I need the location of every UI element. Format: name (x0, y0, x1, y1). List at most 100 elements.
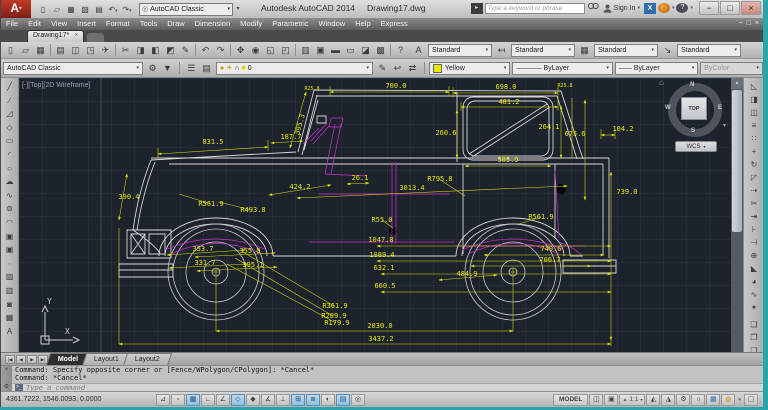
menu-help[interactable]: Help (350, 18, 375, 30)
quick-view-drawings-icon[interactable]: ▣ (604, 393, 619, 406)
qat-customize-button[interactable]: ▾ (233, 3, 243, 16)
zoom-window-icon[interactable]: ◱ (263, 43, 278, 58)
dynamic-ucs-toggle[interactable]: ⊥ (276, 393, 290, 406)
multileader-style-combo[interactable]: Standard ▾ (677, 43, 741, 57)
show-lineweight-toggle[interactable]: ≣ (306, 393, 320, 406)
zoom-realtime-icon[interactable]: ◉ (248, 43, 263, 58)
mdi-restore-button[interactable]: □ (747, 18, 751, 30)
text-style-combo[interactable]: Standard ▾ (428, 43, 492, 57)
layer-previous-icon[interactable]: ↩ (390, 61, 405, 76)
menu-tools[interactable]: Tools (135, 18, 163, 30)
publish-icon[interactable]: ◳ (83, 43, 98, 58)
close-button[interactable]: × (741, 1, 761, 15)
workspace-switching-icon[interactable]: ⚙ (676, 393, 691, 406)
blend-curves-icon[interactable]: ∿ (748, 288, 761, 301)
design-center-icon[interactable]: ▣ (313, 43, 328, 58)
annotation-scale-button[interactable]: ▲ 1:1 ▾ (619, 393, 646, 406)
table-icon[interactable]: ▦ (3, 311, 16, 325)
move-icon[interactable]: + (748, 145, 761, 158)
maximize-button[interactable]: □ (720, 1, 740, 15)
scale-icon[interactable]: ◸ (748, 171, 761, 184)
viewcube-west[interactable]: W (665, 105, 671, 111)
make-block-icon[interactable]: ▣ (3, 243, 16, 257)
viewcube-home-icon[interactable]: ⌂ (659, 78, 664, 87)
mdi-close-button[interactable]: × (755, 18, 759, 30)
layer-properties-manager-icon[interactable]: ☰ (184, 61, 199, 76)
menu-view[interactable]: View (46, 18, 72, 30)
undo-icon[interactable]: ↶ (198, 43, 213, 58)
viewcube-menu-caret[interactable]: ▾ (723, 122, 726, 129)
sign-in-button[interactable]: Sign In ▾ (601, 4, 642, 13)
table-style-icon[interactable]: ▦ (577, 43, 592, 58)
zoom-previous-icon[interactable]: ◰ (278, 43, 293, 58)
new-icon[interactable]: ▯ (3, 43, 18, 58)
viewcube-south[interactable]: S (691, 128, 695, 134)
lineweight-combo[interactable]: —— ByLayer ▾ (614, 61, 699, 75)
next-tab-button[interactable]: ▶ (27, 354, 37, 364)
object-snap-tracking-toggle[interactable]: ∡ (261, 393, 275, 406)
pan-icon[interactable]: ✥ (233, 43, 248, 58)
grid-display-toggle[interactable]: ▦ (186, 393, 200, 406)
3d-object-snap-toggle[interactable]: ◆ (246, 393, 260, 406)
trusted-sources-icon[interactable]: ◍ (721, 393, 736, 406)
exchange-apps-icon[interactable]: X (643, 2, 656, 14)
redo-icon[interactable]: ↷▾ (120, 3, 134, 16)
snap-mode-toggle[interactable]: ▫ (171, 393, 185, 406)
rectangle-icon[interactable]: ▭ (3, 134, 16, 148)
search-input[interactable] (484, 2, 585, 14)
erase-icon[interactable]: ◺ (748, 80, 761, 93)
lock-icon[interactable]: ∩ (234, 65, 239, 72)
workspaces-toolbar-combo[interactable]: AutoCAD Classic ▾ (3, 61, 144, 75)
array-icon[interactable]: ∷ (748, 132, 761, 145)
coordinates-display[interactable]: 4361.7222, 1546.0093, 0.0000 (1, 396, 156, 403)
tab-layout2[interactable]: Layout2 (123, 352, 173, 366)
match-properties-icon[interactable]: ✎ (178, 43, 193, 58)
save-workspace-icon[interactable]: ▼ (160, 61, 175, 76)
properties-icon[interactable]: ▥ (298, 43, 313, 58)
model-space-button[interactable]: MODEL (552, 393, 589, 406)
transparency-toggle[interactable]: ◐ (321, 393, 335, 406)
search-icon[interactable] (587, 2, 599, 14)
break-at-point-icon[interactable]: ⊦ (748, 223, 761, 236)
redo-icon[interactable]: ↷ (213, 43, 228, 58)
multiline-text-icon[interactable]: A (3, 325, 16, 339)
table-style-combo[interactable]: Standard ▾ (594, 43, 658, 57)
autoscale-icon[interactable]: ◮ (661, 393, 676, 406)
point-icon[interactable]: ∙ (3, 257, 16, 271)
sheet-set-manager-icon[interactable]: ▭ (343, 43, 358, 58)
object-snap-toggle[interactable]: ◇ (231, 393, 245, 406)
menu-format[interactable]: Format (101, 18, 135, 30)
viewcube-north[interactable]: N (690, 82, 694, 88)
chamfer-icon[interactable]: ◣ (748, 262, 761, 275)
menu-insert[interactable]: Insert (72, 18, 101, 30)
selection-cycling-toggle[interactable]: ◎ (351, 393, 365, 406)
plot-icon[interactable]: ▤ (53, 43, 68, 58)
menu-modify[interactable]: Modify (235, 18, 267, 30)
ortho-mode-toggle[interactable]: ∟ (201, 393, 215, 406)
viewcube-east[interactable]: E (718, 105, 722, 111)
open-icon[interactable]: ▱ (50, 3, 64, 16)
paste-special-icon[interactable]: ◩ (163, 43, 178, 58)
color-combo[interactable]: Yellow ▾ (428, 61, 511, 75)
menu-file[interactable]: File (1, 18, 23, 30)
layer-states-icon[interactable]: ▤ (199, 61, 214, 76)
polar-tracking-toggle[interactable]: ∠ (216, 393, 230, 406)
open-icon[interactable]: ▱ (18, 43, 33, 58)
explode-icon[interactable]: ✶ (748, 301, 761, 314)
ellipse-icon[interactable]: ⊜ (3, 202, 16, 216)
application-menu-button[interactable]: A▾ (1, 0, 31, 18)
trim-icon[interactable]: ✂ (748, 197, 761, 210)
insert-block-icon[interactable]: ▣ (3, 230, 16, 244)
copy-icon[interactable]: ◨ (748, 93, 761, 106)
save-icon[interactable]: ▦ (64, 3, 78, 16)
close-tab-icon[interactable]: × (74, 31, 78, 42)
circle-icon[interactable]: ○ (3, 162, 16, 176)
plot-preview-icon[interactable]: ◫ (68, 43, 83, 58)
sun-icon[interactable]: ☀ (226, 65, 232, 72)
send-to-back-icon[interactable]: ❐ (748, 331, 761, 344)
make-object-layer-current-icon[interactable]: ✎ (375, 61, 390, 76)
help-icon[interactable]: ? (393, 43, 408, 58)
copy-icon[interactable]: ◨ (133, 43, 148, 58)
view-cube[interactable]: ⌂ N W E S TOP ▾ WCS ▾ (659, 78, 731, 154)
gradient-icon[interactable]: ▥ (3, 284, 16, 298)
